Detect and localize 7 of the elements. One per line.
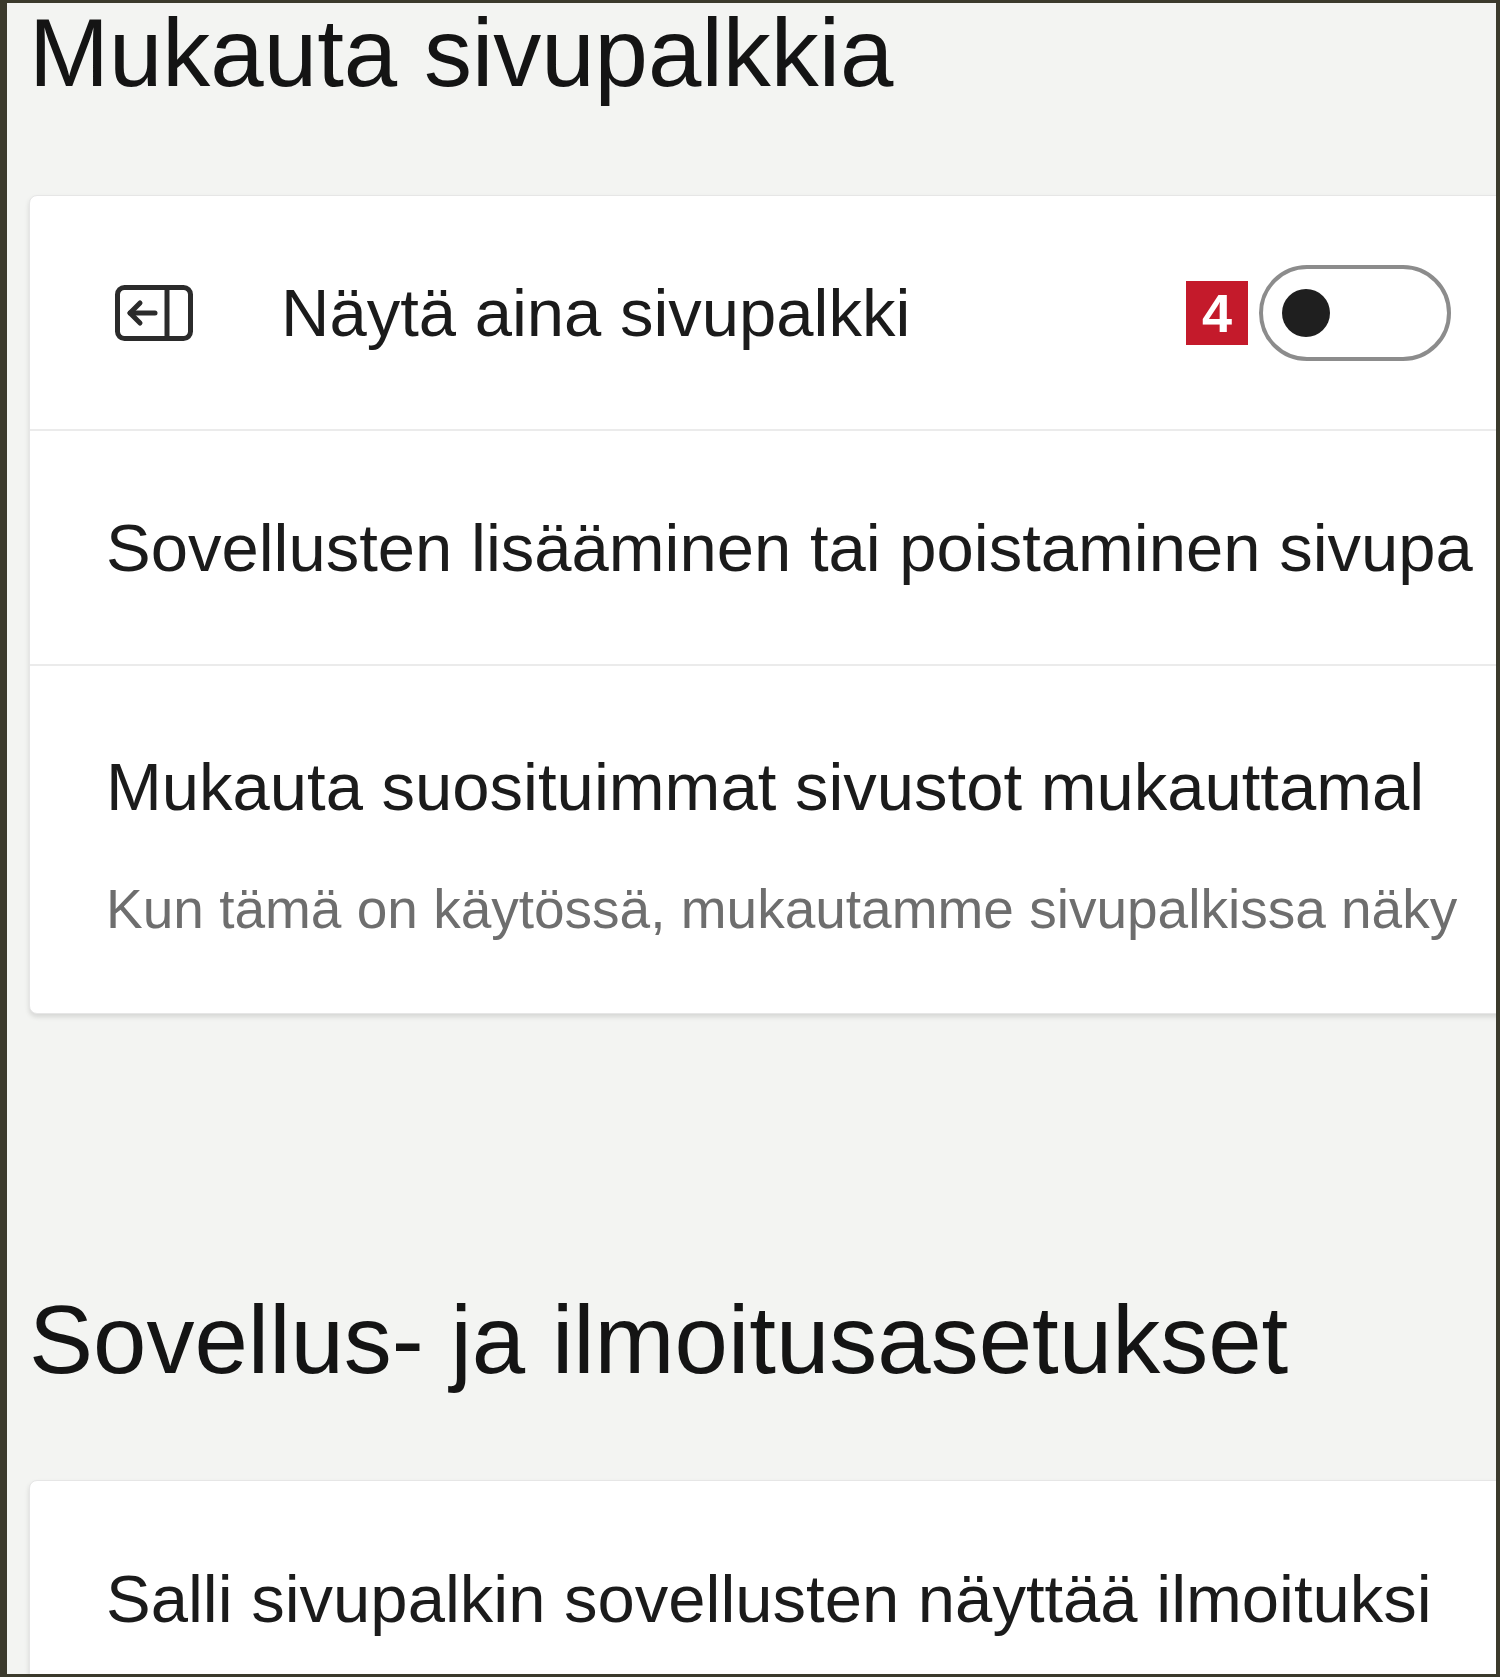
setting-description: Kun tämä on käytössä, mukautamme sivupalkissa näky [106, 877, 1458, 941]
setting-title: Mukauta suosituimmat sivustot mukauttamal [106, 748, 1425, 826]
sidebar-icon [115, 284, 193, 341]
callout-badge: 4 [1186, 280, 1248, 345]
settings-link[interactable]: Sovellusten lisääminen tai poistaminen sivupa [106, 507, 1473, 588]
settings-link[interactable]: Salli sivupalkin sovellusten näyttää ilmoituksi [106, 1558, 1432, 1639]
setting-label: Näytä aina sivupalkki [281, 273, 911, 352]
